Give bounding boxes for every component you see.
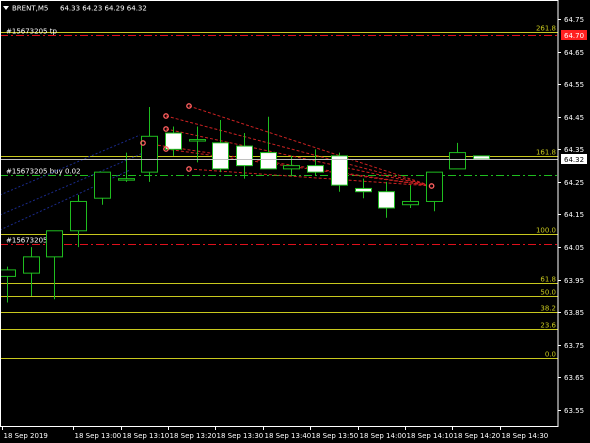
price-chart[interactable]: 261.8 161.8 100.0 61.8 50.0 38.2 23.6 0.0 #1567… xyxy=(0,0,590,443)
price-tick-label: 64.55 xyxy=(564,81,584,89)
candle-body xyxy=(189,139,206,142)
candle-body xyxy=(70,200,87,232)
price-tick-label: 64.15 xyxy=(564,211,584,219)
candle-body xyxy=(0,269,16,277)
time-tick-label: 18 Sep 2019 xyxy=(4,432,48,440)
current-price-label: 64.32 xyxy=(564,156,584,164)
price-tick-label: 64.75 xyxy=(564,16,584,24)
time-tick-label: 18 Sep 13:20 xyxy=(170,432,217,440)
price-tick-label: 64.45 xyxy=(564,114,584,122)
time-tick-label: 18 Sep 13:10 xyxy=(123,432,170,440)
fib-level-label: 38.2 xyxy=(540,305,556,313)
candle-body xyxy=(402,200,419,206)
time-tick-label: 18 Sep 14:20 xyxy=(454,432,501,440)
price-tick-label: 63.55 xyxy=(564,407,584,415)
time-tick-label: 18 Sep 14:00 xyxy=(360,432,407,440)
ohlc-quote: 64.33 64.23 64.29 64.32 xyxy=(60,5,147,13)
fib-level-label: 23.6 xyxy=(540,322,556,330)
order-label: #15673205 buy 0.02 xyxy=(6,168,81,176)
fib-level-label: 0.0 xyxy=(545,351,556,359)
candle-body xyxy=(260,152,277,170)
order-label: #15673205 xyxy=(6,237,48,245)
price-tick-label: 64.05 xyxy=(564,244,584,252)
price-tick-label: 64.25 xyxy=(564,179,584,187)
price-tick-label: 63.85 xyxy=(564,309,584,317)
price-tick-label: 64.65 xyxy=(564,49,584,57)
candle-body xyxy=(236,145,253,167)
time-tick-label: 18 Sep 14:30 xyxy=(502,432,549,440)
candle-body xyxy=(118,178,135,181)
symbol-label: BRENT,M5 xyxy=(12,5,48,13)
candle-body xyxy=(473,155,490,160)
time-tick-label: 18 Sep 13:30 xyxy=(217,432,264,440)
candle-body xyxy=(378,191,395,209)
chart-background xyxy=(0,0,590,443)
time-tick-label: 18 Sep 13:50 xyxy=(312,432,359,440)
price-tick-label: 64.35 xyxy=(564,146,584,154)
candle-body xyxy=(449,152,466,170)
fib-level-label: 50.0 xyxy=(540,289,556,297)
fib-level-label: 161.8 xyxy=(536,149,556,157)
fib-level-label: 61.8 xyxy=(540,276,556,284)
fib-level-label: 100.0 xyxy=(536,227,556,235)
time-tick-label: 18 Sep 13:00 xyxy=(75,432,122,440)
price-tick-label: 63.65 xyxy=(564,374,584,382)
candle-body xyxy=(23,256,40,274)
price-tick-label: 63.75 xyxy=(564,342,584,350)
candle-body xyxy=(307,165,324,173)
candle-body xyxy=(46,230,63,258)
time-tick-label: 18 Sep 13:40 xyxy=(265,432,312,440)
candle-body xyxy=(212,142,229,170)
tp-price-label: 64.70 xyxy=(564,32,584,40)
candle-body xyxy=(283,165,300,170)
candle-body xyxy=(94,171,111,199)
candle-body xyxy=(331,155,348,186)
candle-body xyxy=(355,187,372,193)
order-label: #15673205 tp xyxy=(6,28,57,36)
candle xyxy=(473,155,490,160)
price-tick-label: 63.95 xyxy=(564,277,584,285)
time-tick-label: 18 Sep 14:10 xyxy=(407,432,454,440)
fib-level-label: 261.8 xyxy=(536,25,556,33)
